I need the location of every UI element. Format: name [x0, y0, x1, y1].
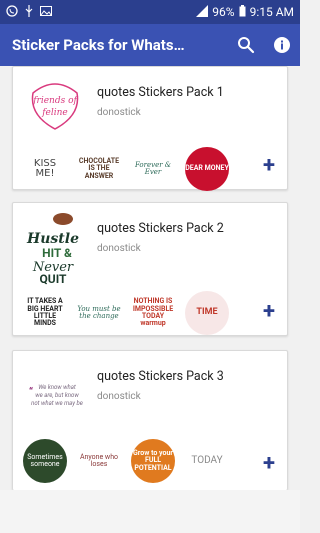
- status-bar: 96% 9:15 AM: [0, 0, 300, 24]
- sticker-preview: Sometimes someone: [23, 439, 67, 483]
- sticker-preview: TIME: [185, 291, 229, 335]
- pack-icon-text: friends of: [32, 96, 78, 106]
- svg-text:Hustle: Hustle: [26, 231, 79, 247]
- add-to-whatsapp-button[interactable]: +: [263, 153, 275, 178]
- sticker-preview-row: IT TAKES A BIG HEART LITTLE MINDS You mu…: [23, 291, 229, 335]
- info-icon: [274, 37, 290, 53]
- sticker-preview: Anyone who loses: [79, 452, 119, 468]
- add-to-whatsapp-button[interactable]: +: [263, 299, 275, 324]
- signal-icon: [196, 4, 209, 20]
- sticker-pack-card-2[interactable]: Hustle HIT & Never QUIT quotes Stickers …: [12, 202, 288, 336]
- pack-tray-icon: “ We know what we are, but know not what…: [25, 359, 85, 419]
- battery-icon: [239, 4, 246, 20]
- battery-percentage: 96%: [212, 5, 235, 19]
- svg-text:We know what: We know what: [38, 384, 76, 391]
- pack-title: quotes Stickers Pack 2: [97, 221, 224, 236]
- svg-text:HIT &: HIT &: [42, 246, 72, 260]
- pack-tray-icon: Hustle HIT & Never QUIT: [25, 211, 85, 285]
- svg-text:“: “: [29, 386, 33, 398]
- pack-author: donostick: [97, 391, 141, 402]
- svg-text:QUIT: QUIT: [40, 272, 68, 285]
- add-to-whatsapp-button[interactable]: +: [263, 451, 275, 476]
- pack-title: quotes Stickers Pack 3: [97, 369, 224, 384]
- svg-text:feline: feline: [41, 108, 68, 118]
- sticker-preview: TODAY: [191, 454, 223, 466]
- pack-author: donostick: [97, 243, 141, 254]
- svg-text:not what we may be: not what we may be: [31, 400, 83, 407]
- pack-author: donostick: [97, 107, 141, 118]
- pack-title: quotes Stickers Pack 1: [97, 85, 224, 100]
- sticker-preview: KISS ME!: [33, 157, 57, 179]
- info-button[interactable]: [264, 24, 300, 66]
- sticker-pack-card-3[interactable]: “ We know what we are, but know not what…: [12, 350, 288, 490]
- app-bar: Sticker Packs for Whats…: [0, 24, 300, 66]
- usb-icon: [24, 4, 34, 20]
- sticker-preview-row: Sometimes someone Anyone who loses Grow …: [23, 439, 229, 483]
- sticker-preview-row: KISS ME! CHOCOLATE IS THE ANSWER Forever…: [23, 147, 229, 191]
- sticker-preview: Grow to your FULL POTENTIAL: [131, 439, 175, 483]
- pack-tray-icon: friends of feline: [25, 75, 85, 135]
- search-icon: [238, 37, 255, 54]
- image-notification-icon: [40, 5, 52, 19]
- app-title: Sticker Packs for Whats…: [12, 36, 185, 54]
- sticker-preview: Forever & Ever: [134, 160, 172, 176]
- search-button[interactable]: [228, 24, 264, 66]
- sticker-preview: CHOCOLATE IS THE ANSWER: [78, 156, 120, 180]
- sticker-preview: IT TAKES A BIG HEART LITTLE MINDS: [27, 297, 63, 328]
- clock: 9:15 AM: [249, 5, 294, 19]
- sticker-preview: NOTHING IS IMPOSSIBLE TODAY warmup: [132, 297, 174, 328]
- whatsapp-notification-icon: [6, 4, 18, 20]
- sticker-preview: DEAR MONEY: [185, 147, 229, 191]
- svg-text:we are, but know: we are, but know: [35, 392, 79, 399]
- sticker-preview: You must be the change: [77, 304, 121, 320]
- sticker-pack-card-1[interactable]: friends of feline quotes Stickers Pack 1…: [12, 66, 288, 191]
- bottom-area: [0, 490, 300, 533]
